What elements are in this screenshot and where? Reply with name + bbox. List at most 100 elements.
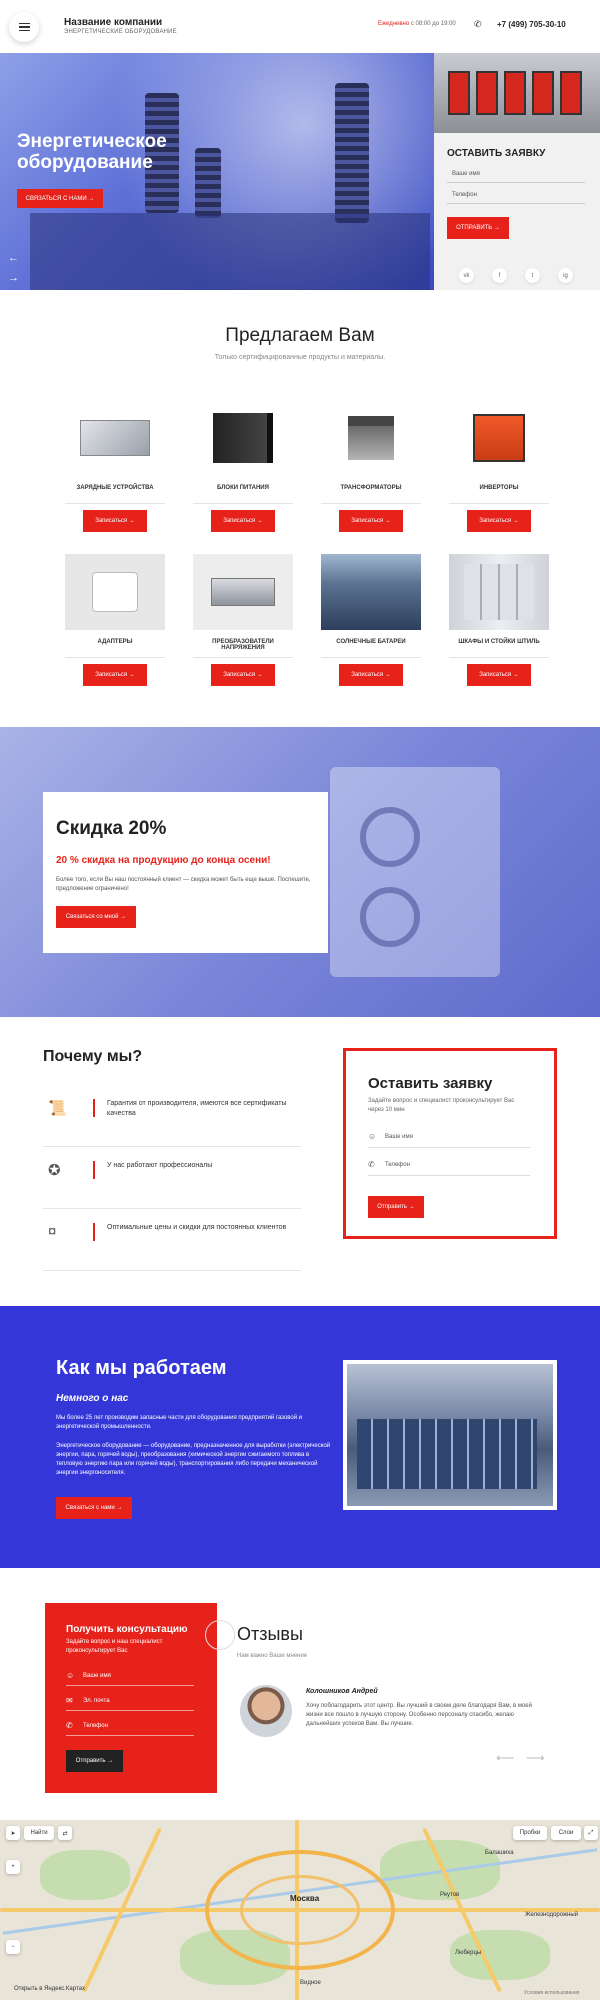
header-phone[interactable]: +7 (499) 705-30-10 bbox=[497, 20, 566, 29]
discount-contact-label: Связаться со мной bbox=[65, 914, 119, 920]
discount-title: Скидка 20% bbox=[56, 818, 167, 839]
product-signup-label: Записаться bbox=[95, 672, 128, 678]
mail-icon: ✉ bbox=[66, 1696, 73, 1705]
consult-email-input[interactable]: ✉ Эл. почта bbox=[66, 1693, 194, 1711]
consult-subtitle: Задайте вопрос и наш специалист проконсу… bbox=[66, 1639, 163, 1654]
map-label: Люберцы bbox=[455, 1950, 482, 1956]
why-item-text: Гарантия от производителя, имеются все с… bbox=[107, 1100, 287, 1117]
consult-name-input[interactable]: ☺ Ваше имя bbox=[66, 1668, 194, 1686]
vk-icon[interactable]: vk bbox=[459, 268, 474, 283]
twitter-icon[interactable]: t bbox=[525, 268, 540, 283]
how-title: Как мы работаем bbox=[56, 1357, 227, 1379]
consult-phone-placeholder: Телефон bbox=[83, 1723, 108, 1729]
hero-title: Энергетическое оборудование bbox=[17, 131, 167, 173]
map[interactable]: Москва Балашиха Реутов Железнодорожный В… bbox=[0, 1820, 600, 2000]
product-image bbox=[193, 400, 293, 476]
reviewer-avatar bbox=[240, 1685, 292, 1737]
side-submit-button[interactable]: ОТПРАВИТЬ → bbox=[447, 217, 509, 239]
order-name-input[interactable]: ☺ Ваше имя bbox=[368, 1128, 530, 1148]
product-image bbox=[449, 554, 549, 630]
facebook-icon[interactable]: f bbox=[492, 268, 507, 283]
open-in-yandex-link[interactable]: Открыть в Яндекс.Картах bbox=[14, 1986, 85, 1992]
product-signup-button[interactable]: Записаться → bbox=[467, 664, 531, 686]
geolocation-icon[interactable]: ➤ bbox=[6, 1826, 20, 1840]
side-product-image bbox=[434, 53, 600, 133]
product-card: ИНВЕРТОРЫ Записаться → bbox=[449, 400, 549, 550]
zoom-in-icon[interactable]: + bbox=[6, 1860, 20, 1874]
map-traffic-button[interactable]: Пробки bbox=[513, 1826, 547, 1840]
instagram-icon[interactable]: ig bbox=[558, 268, 573, 283]
consult-email-placeholder: Эл. почта bbox=[83, 1698, 110, 1704]
order-phone-input[interactable]: ✆ Телефон bbox=[368, 1156, 530, 1176]
product-signup-button[interactable]: Записаться → bbox=[339, 510, 403, 532]
product-name: ЗАРЯДНЫЕ УСТРОЙСТВА bbox=[76, 485, 154, 491]
page: Название компании ЭНЕРГЕТИЧЕСКИЕ ОБОРУДО… bbox=[0, 0, 600, 2000]
zoom-out-icon[interactable]: − bbox=[6, 1940, 20, 1954]
order-form-title: Оставить заявку bbox=[368, 1075, 493, 1092]
reviewer-name: Колошников Андрей bbox=[306, 1688, 378, 1695]
product-card: ПРЕОБРАЗОВАТЕЛИ НАПРЯЖЕНИЯ Записаться → bbox=[193, 554, 293, 704]
product-signup-button[interactable]: Записаться → bbox=[83, 664, 147, 686]
fullscreen-icon[interactable]: ⤢ bbox=[584, 1826, 598, 1840]
product-signup-label: Записаться bbox=[479, 672, 512, 678]
solar-panels-image bbox=[343, 1360, 557, 1510]
product-signup-label: Записаться bbox=[95, 518, 128, 524]
certificate-icon: 📜 bbox=[48, 1100, 67, 1117]
map-layers-button[interactable]: Слои bbox=[551, 1826, 581, 1840]
discount-card bbox=[43, 792, 328, 953]
user-icon: ☺ bbox=[66, 1671, 75, 1680]
why-item-text: Оптимальные цены и скидки для постоянных… bbox=[107, 1224, 287, 1231]
product-signup-button[interactable]: Записаться → bbox=[83, 510, 147, 532]
menu-button[interactable] bbox=[9, 12, 39, 42]
why-item: 📜 Гарантия от производителя, имеются все… bbox=[43, 1091, 301, 1147]
slider-prev-icon[interactable]: ← bbox=[8, 252, 19, 264]
product-image bbox=[65, 400, 165, 476]
map-city: Москва bbox=[290, 1894, 320, 1903]
discount-highlight: 20 % скидка на продукцию до конца осени! bbox=[56, 855, 271, 866]
side-phone-input[interactable]: Телефон bbox=[447, 186, 585, 204]
map-terms-link[interactable]: Условия использования bbox=[524, 1990, 580, 1996]
product-signup-label: Записаться bbox=[351, 672, 384, 678]
side-name-input[interactable]: Ваше имя bbox=[447, 165, 585, 183]
discount-contact-button[interactable]: Связаться со мной → bbox=[56, 906, 136, 928]
reviews-title: Отзывы bbox=[237, 1624, 303, 1644]
consult-phone-input[interactable]: ✆ Телефон bbox=[66, 1718, 194, 1736]
why-title: Почему мы? bbox=[43, 1048, 143, 1065]
why-item: ✪ У нас работают профессионалы bbox=[43, 1153, 301, 1209]
product-name: АДАПТЕРЫ bbox=[97, 639, 133, 645]
hamburger-icon bbox=[18, 21, 30, 34]
product-signup-button[interactable]: Записаться → bbox=[211, 510, 275, 532]
map-label: Реутов bbox=[440, 1892, 460, 1898]
product-name: ШКАФЫ И СТОЙКИ ШТИЛЬ bbox=[458, 639, 540, 645]
hero-contact-button[interactable]: СВЯЗАТЬСЯ С НАМИ → bbox=[17, 189, 103, 208]
review-next-icon[interactable]: ⟶ bbox=[526, 1750, 545, 1766]
company-name[interactable]: Название компании bbox=[64, 17, 162, 28]
consult-submit-button[interactable]: Отправить → bbox=[66, 1750, 123, 1772]
map-label: Балашиха bbox=[485, 1850, 514, 1856]
consult-submit-label: Отправить bbox=[75, 1758, 106, 1764]
reviews-subtitle: Нам важно Ваше мнение bbox=[237, 1653, 308, 1659]
slider-next-icon[interactable]: → bbox=[8, 272, 19, 284]
offers-subtitle: Только сертифицированные продукты и мате… bbox=[214, 354, 386, 361]
product-signup-label: Записаться bbox=[479, 518, 512, 524]
review-text: Хочу поблагодарить этот центр. Вы лучший… bbox=[306, 1703, 532, 1727]
consult-name-placeholder: Ваше имя bbox=[83, 1673, 111, 1679]
company-subtitle: ЭНЕРГЕТИЧЕСКИЕ ОБОРУДОВАНИЕ bbox=[64, 29, 177, 35]
consult-title: Получить консультацию bbox=[66, 1624, 188, 1635]
how-paragraph: Мы более 25 лет производим запасные част… bbox=[56, 1415, 303, 1430]
product-signup-button[interactable]: Записаться → bbox=[339, 664, 403, 686]
product-signup-button[interactable]: Записаться → bbox=[211, 664, 275, 686]
hours-value: с 08:00 до 19:00 bbox=[410, 21, 456, 27]
phone-icon: ✆ bbox=[368, 1160, 375, 1169]
map-search-button[interactable]: Найти bbox=[24, 1826, 54, 1840]
product-signup-button[interactable]: Записаться → bbox=[467, 510, 531, 532]
how-contact-button[interactable]: Связаться с нами → bbox=[56, 1497, 132, 1519]
review-prev-icon[interactable]: ⟵ bbox=[496, 1750, 515, 1766]
how-paragraph: Энергетическое оборудование — оборудован… bbox=[56, 1443, 331, 1476]
side-form-title: ОСТАВИТЬ ЗАЯВКУ bbox=[447, 148, 546, 159]
hours-label: Ежедневно bbox=[378, 21, 410, 27]
working-hours: Ежедневно с 08:00 до 19:00 bbox=[378, 21, 456, 27]
product-signup-label: Записаться bbox=[223, 518, 256, 524]
route-icon[interactable]: ⇄ bbox=[58, 1826, 72, 1840]
order-submit-button[interactable]: Отправить → bbox=[368, 1196, 424, 1218]
